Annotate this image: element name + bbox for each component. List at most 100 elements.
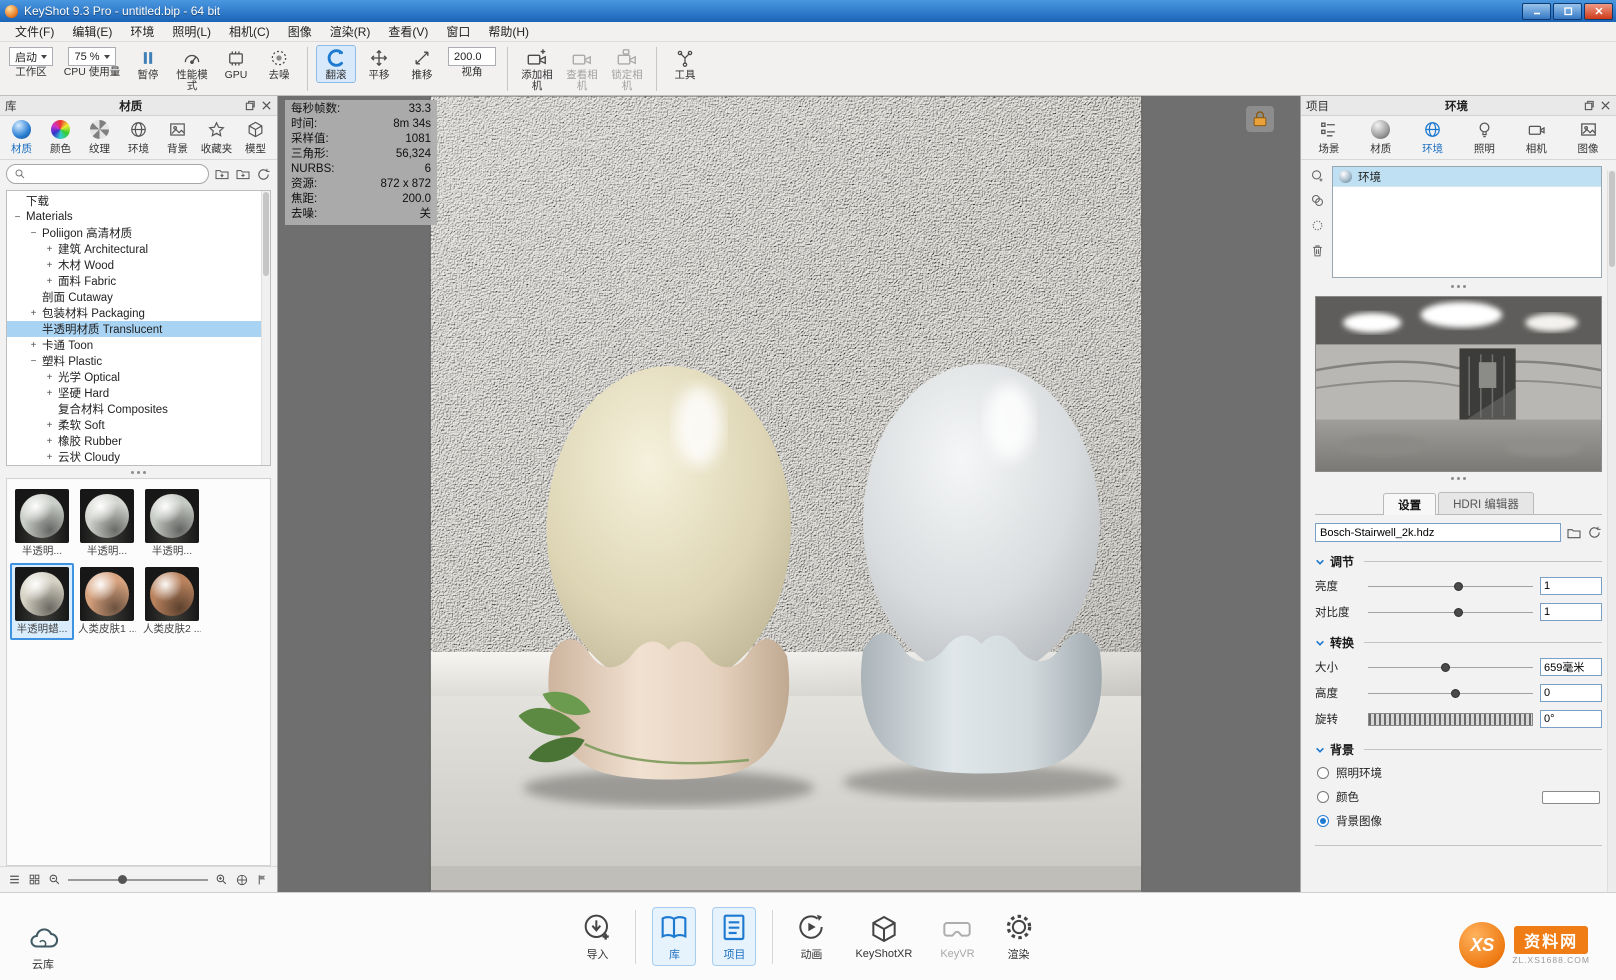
dock-import[interactable]: 导入 <box>575 907 619 966</box>
duplicate-environment-icon[interactable] <box>1310 193 1325 208</box>
render-preview-icon[interactable] <box>235 873 249 887</box>
slider-handle[interactable] <box>1454 608 1463 617</box>
bg-color-option[interactable]: 颜色 <box>1301 785 1616 809</box>
undock-panel-icon[interactable] <box>245 100 256 111</box>
refresh-icon[interactable] <box>256 167 271 182</box>
library-tab-textures[interactable]: 纹理 <box>82 120 117 156</box>
panel-splitter-handle[interactable] <box>1301 472 1616 484</box>
performance-mode-tool[interactable]: 性能模式 <box>171 45 213 94</box>
start-tool[interactable]: 启动 工作区 <box>6 45 56 80</box>
menu-file[interactable]: 文件(F) <box>6 23 63 40</box>
cpu-usage-dropdown[interactable]: 75 % <box>68 47 115 66</box>
zoom-in-icon[interactable] <box>215 873 228 886</box>
denoise-tool[interactable]: 去噪 <box>259 45 299 83</box>
dock-render[interactable]: 渲染 <box>997 907 1041 966</box>
menu-environment[interactable]: 环境 <box>121 23 163 40</box>
cpu-usage-tool[interactable]: 75 % CPU 使用量 <box>59 45 125 80</box>
minimize-button[interactable] <box>1522 3 1551 20</box>
brightness-input[interactable] <box>1540 577 1602 595</box>
tree-scrollbar[interactable] <box>261 191 270 465</box>
brightness-slider[interactable] <box>1368 581 1533 591</box>
dock-project[interactable]: 项目 <box>712 907 756 966</box>
tree-item-soft[interactable]: +柔软 Soft <box>7 417 270 433</box>
add-folder-icon[interactable] <box>235 166 251 182</box>
contrast-slider[interactable] <box>1368 607 1533 617</box>
slider-handle[interactable] <box>1451 689 1460 698</box>
scrollbar-thumb[interactable] <box>263 192 269 276</box>
size-slider[interactable] <box>1368 662 1533 672</box>
radio-icon-checked[interactable] <box>1317 815 1329 827</box>
background-color-swatch[interactable] <box>1542 791 1600 804</box>
close-button[interactable] <box>1584 3 1613 20</box>
library-tab-environments[interactable]: 环境 <box>121 120 156 156</box>
import-folder-icon[interactable] <box>214 166 230 182</box>
tree-item-composites[interactable]: 复合材料 Composites <box>7 401 270 417</box>
tree-item-rubber[interactable]: +橡胶 Rubber <box>7 433 270 449</box>
add-camera-tool[interactable]: 添加相机 <box>516 45 558 94</box>
size-input[interactable] <box>1540 658 1602 676</box>
dock-keyshotxr[interactable]: KeyShotXR <box>849 909 918 964</box>
thumbnail-zoom-slider[interactable] <box>68 875 208 884</box>
menu-image[interactable]: 图像 <box>279 23 321 40</box>
material-thumbnail-selected[interactable]: 半透明蜡... <box>10 563 74 640</box>
material-thumbnail[interactable]: 人类皮肤1 ... <box>75 563 139 640</box>
material-thumbnail[interactable]: 半透明... <box>10 485 74 562</box>
pause-tool[interactable]: 暂停 <box>128 45 168 83</box>
tree-item-cloudy[interactable]: +云状 Cloudy <box>7 449 270 465</box>
panel-splitter-handle[interactable] <box>0 466 277 478</box>
add-environment-icon[interactable] <box>1310 168 1325 183</box>
close-panel-icon[interactable] <box>261 100 272 111</box>
dock-animation[interactable]: 动画 <box>789 907 833 966</box>
fov-tool[interactable]: 200.0 视角 <box>445 45 499 80</box>
tree-item-hard[interactable]: +坚硬 Hard <box>7 385 270 401</box>
project-tab-material[interactable]: 材质 <box>1363 120 1398 156</box>
slider-handle[interactable] <box>1454 582 1463 591</box>
browse-folder-icon[interactable] <box>1566 525 1582 541</box>
tree-item-poliigon[interactable]: −Poliigon 高清材质 <box>7 225 270 241</box>
undock-panel-icon[interactable] <box>1584 100 1595 111</box>
gpu-tool[interactable]: GPU <box>216 45 256 83</box>
close-panel-icon[interactable] <box>1600 100 1611 111</box>
menu-help[interactable]: 帮助(H) <box>479 23 538 40</box>
library-tab-backplates[interactable]: 背景 <box>160 120 195 156</box>
dock-keyvr[interactable]: KeyVR <box>934 909 980 964</box>
pan-tool[interactable]: 平移 <box>359 45 399 83</box>
project-scrollbar[interactable] <box>1607 170 1616 892</box>
view-camera-tool[interactable]: 查看相机 <box>561 45 603 94</box>
zoom-out-icon[interactable] <box>48 873 61 886</box>
tree-item-packaging[interactable]: +包装材料 Packaging <box>7 305 270 321</box>
bg-backplate-image-option[interactable]: 背景图像 <box>1301 809 1616 833</box>
radio-icon[interactable] <box>1317 791 1329 803</box>
menu-view[interactable]: 查看(V) <box>379 23 437 40</box>
library-search-input[interactable] <box>30 168 201 180</box>
menu-window[interactable]: 窗口 <box>437 23 479 40</box>
slider-handle[interactable] <box>1441 663 1450 672</box>
tumble-tool[interactable]: 翻滚 <box>316 45 356 83</box>
rotation-input[interactable] <box>1540 710 1602 728</box>
tools-tool[interactable]: 工具 <box>665 45 705 83</box>
fov-input[interactable]: 200.0 <box>448 47 496 66</box>
tree-item-translucent[interactable]: 半透明材质 Translucent <box>7 321 270 337</box>
project-tab-environment[interactable]: 环境 <box>1415 120 1450 156</box>
delete-environment-icon[interactable] <box>1310 243 1325 258</box>
tree-item-wood[interactable]: +木材 Wood <box>7 257 270 273</box>
bg-lighting-environment-option[interactable]: 照明环境 <box>1301 761 1616 785</box>
tree-item-architectural[interactable]: +建筑 Architectural <box>7 241 270 257</box>
menu-lighting[interactable]: 照明(L) <box>163 23 220 40</box>
dolly-tool[interactable]: 推移 <box>402 45 442 83</box>
tree-item-downloads[interactable]: 下载 <box>7 193 270 209</box>
library-tab-materials[interactable]: 材质 <box>4 120 39 156</box>
contrast-input[interactable] <box>1540 603 1602 621</box>
height-slider[interactable] <box>1368 688 1533 698</box>
material-thumbnail[interactable]: 人类皮肤2 ... <box>140 563 204 640</box>
project-tab-image[interactable]: 图像 <box>1571 120 1606 156</box>
menu-camera[interactable]: 相机(C) <box>220 23 279 40</box>
start-dropdown[interactable]: 启动 <box>9 47 53 66</box>
tree-item-fabric[interactable]: +面料 Fabric <box>7 273 270 289</box>
library-tab-favorites[interactable]: 收藏夹 <box>199 120 234 156</box>
tree-item-optical[interactable]: +光学 Optical <box>7 369 270 385</box>
environment-sphere-icon[interactable] <box>1310 218 1325 233</box>
lock-camera-tool[interactable]: 锁定相机 <box>606 45 648 94</box>
maximize-button[interactable] <box>1553 3 1582 20</box>
panel-splitter-handle[interactable] <box>1301 280 1616 292</box>
